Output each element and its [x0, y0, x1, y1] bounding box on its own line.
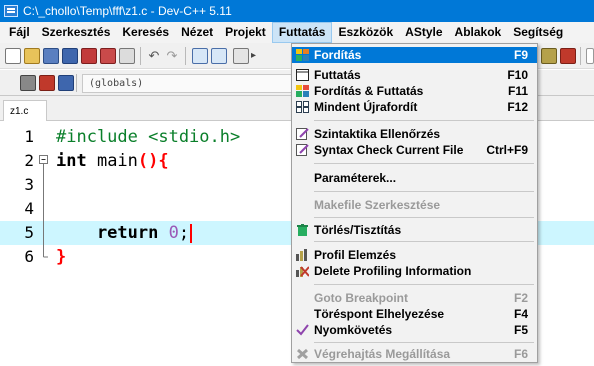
- title-bar: C:\_chollo\Temp\fff\z1.c - Dev-C++ 5.11: [0, 0, 594, 22]
- print-icon[interactable]: [119, 48, 135, 64]
- menu-item-clean[interactable]: Törlés/Tisztítás: [292, 222, 537, 238]
- menu-run[interactable]: Futtatás: [271, 22, 333, 43]
- close-file-icon[interactable]: [81, 48, 97, 64]
- stop-execution-icon: [296, 348, 309, 360]
- toolbar-divider: [185, 47, 186, 65]
- menu-windows[interactable]: Ablakok: [449, 22, 508, 43]
- fold-line: [38, 197, 50, 221]
- menu-item-goto-breakpoint: Goto Breakpoint F2: [314, 291, 528, 305]
- run-menu: Fordítás F9 Futtatás F10 Fordítás & Futt…: [291, 43, 538, 363]
- run-window-icon: [296, 69, 309, 81]
- tab-z1-c[interactable]: z1.c: [3, 100, 47, 122]
- close-all-icon[interactable]: [100, 48, 116, 64]
- scope-combo[interactable]: (globals): [82, 74, 297, 93]
- toolbar-overflow-icon[interactable]: ▸: [251, 48, 267, 64]
- menu-item-toggle-breakpoint[interactable]: Töréspont Elhelyezése F4: [292, 306, 537, 322]
- menu-bar: Fájl Szerkesztés Keresés Nézet Projekt F…: [0, 22, 594, 43]
- goto-line-icon[interactable]: [233, 48, 249, 64]
- toolbar-divider: [76, 74, 77, 92]
- menu-item-edit-makefile: Makefile Szerkesztése: [314, 198, 441, 212]
- new-file-icon[interactable]: [5, 48, 21, 64]
- profile-icon: [296, 249, 309, 261]
- find-icon[interactable]: [192, 48, 208, 64]
- toolbar-divider: [140, 47, 141, 65]
- menu-item-stop-execution: Végrehajtás Megállítása F6: [292, 346, 537, 362]
- line-number: 1: [24, 127, 34, 146]
- code-text: #include <stdio.h>: [56, 127, 241, 147]
- code-text: }: [56, 247, 67, 267]
- menu-item-delete-profiling[interactable]: Delete Profiling Information: [292, 263, 537, 279]
- insert-icon[interactable]: [58, 75, 74, 91]
- syntax-check-file-icon: [296, 144, 309, 156]
- rebuild-all-icon: [296, 101, 309, 113]
- menu-item-profile[interactable]: Profil Elemzés: [292, 247, 537, 263]
- app-icon: [4, 5, 18, 17]
- goto-bookmark-icon[interactable]: [39, 75, 55, 91]
- menu-separator: [314, 342, 534, 343]
- fold-end: [38, 245, 50, 269]
- syntax-check-icon: [296, 128, 309, 140]
- bookmark-icon[interactable]: [20, 75, 36, 91]
- code-text: return 0;: [56, 221, 193, 245]
- menu-separator: [314, 217, 534, 218]
- chart-icon[interactable]: [541, 48, 557, 64]
- fold-line: [38, 221, 50, 245]
- clean-icon: [296, 224, 309, 236]
- line-number: 5: [24, 223, 34, 242]
- menu-item-compile[interactable]: Fordítás F9: [292, 47, 537, 63]
- line-number: 6: [24, 247, 34, 266]
- toolbar-divider: [580, 47, 581, 65]
- replace-icon[interactable]: [211, 48, 227, 64]
- menu-separator: [314, 163, 534, 164]
- menu-help[interactable]: Segítség: [507, 22, 569, 43]
- menu-separator: [314, 120, 534, 121]
- code-text: int main(){: [56, 151, 169, 171]
- fold-collapse-icon[interactable]: [38, 149, 50, 173]
- debug-check-icon: [296, 324, 309, 336]
- menu-item-parameters[interactable]: Paraméterek...: [292, 170, 537, 186]
- menu-item-syntax-check[interactable]: Szintaktika Ellenőrzés: [292, 126, 537, 142]
- menu-project[interactable]: Projekt: [219, 22, 272, 43]
- profile-delete-icon[interactable]: [560, 48, 576, 64]
- menu-item-syntax-check-file[interactable]: Syntax Check Current File Ctrl+F9: [292, 142, 537, 158]
- compile-run-icon: [296, 85, 309, 97]
- line-number: 2: [24, 151, 34, 170]
- window-title: C:\_chollo\Temp\fff\z1.c - Dev-C++ 5.11: [23, 4, 232, 18]
- menu-tools[interactable]: Eszközök: [332, 22, 399, 43]
- line-number: 3: [24, 175, 34, 194]
- menu-view[interactable]: Nézet: [175, 22, 219, 43]
- fold-line: [38, 173, 50, 197]
- menu-astyle[interactable]: AStyle: [399, 22, 448, 43]
- delete-profile-icon: [296, 265, 310, 277]
- menu-search[interactable]: Keresés: [116, 22, 175, 43]
- compile-icon: [296, 49, 309, 61]
- menu-item-compile-run[interactable]: Fordítás & Futtatás F11: [292, 83, 537, 99]
- menu-edit[interactable]: Szerkesztés: [36, 22, 117, 43]
- open-icon[interactable]: [24, 48, 40, 64]
- text-cursor: [190, 223, 193, 243]
- compiler-combo[interactable]: [586, 48, 594, 64]
- menu-separator: [314, 241, 534, 242]
- redo-icon[interactable]: ↷: [164, 48, 180, 64]
- save-icon[interactable]: [43, 48, 59, 64]
- menu-separator: [314, 191, 534, 192]
- undo-icon[interactable]: ↶: [146, 48, 162, 64]
- save-all-icon[interactable]: [62, 48, 78, 64]
- menu-item-debug[interactable]: Nyomkövetés F5: [292, 322, 537, 338]
- line-number: 4: [24, 199, 34, 218]
- menu-file[interactable]: Fájl: [3, 22, 36, 43]
- menu-item-run[interactable]: Futtatás F10: [292, 67, 537, 83]
- menu-item-rebuild-all[interactable]: Mindent Újrafordít F12: [292, 99, 537, 115]
- menu-separator: [314, 284, 534, 285]
